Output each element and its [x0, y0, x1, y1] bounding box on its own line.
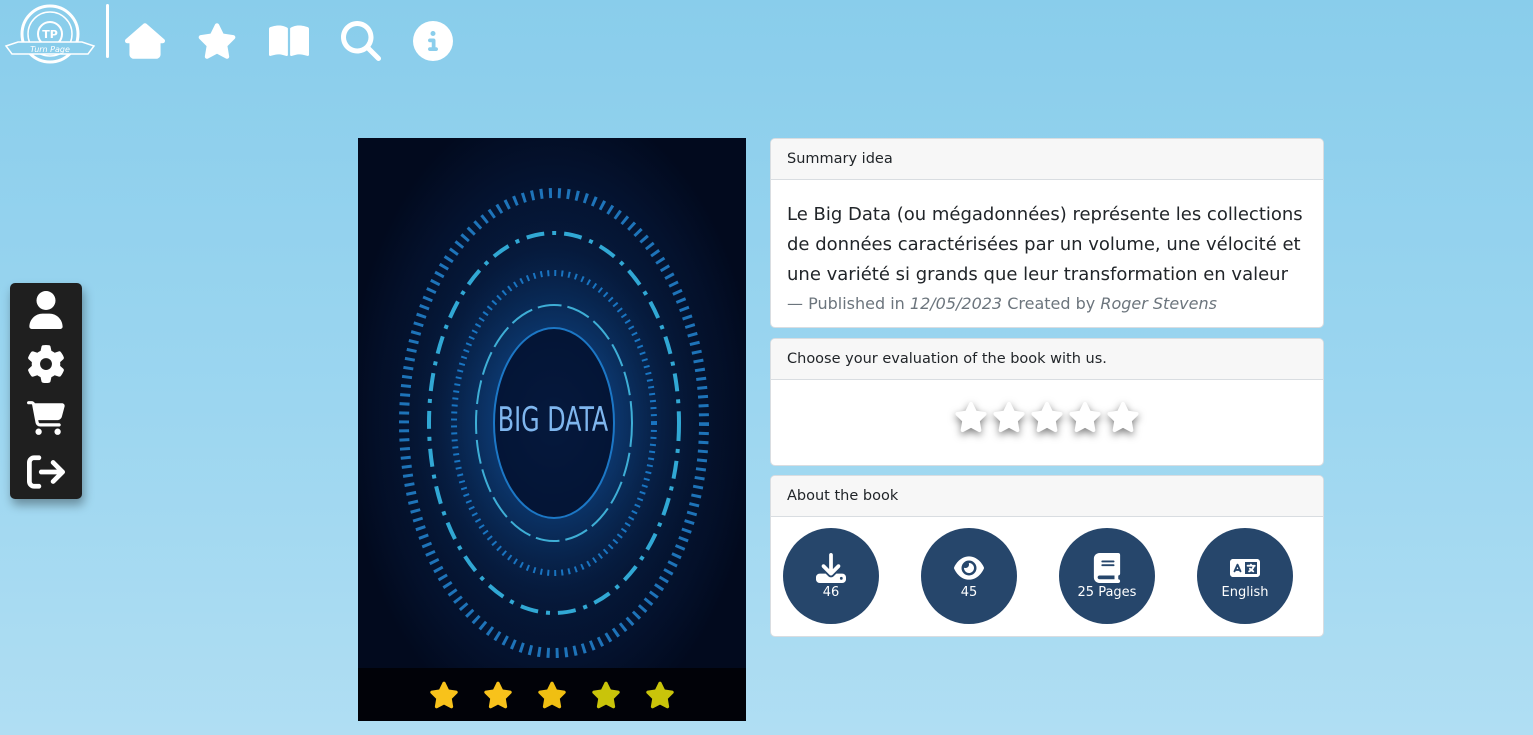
about-stats: 46 45 25 Pages English	[771, 517, 1323, 636]
evaluation-star-icon[interactable]	[1030, 400, 1064, 434]
cover-title: BIG DATA	[498, 401, 609, 440]
summary-meta: — Published in 12/05/2023 Created by Rog…	[771, 290, 1323, 318]
svg-text:Turn Page: Turn Page	[30, 45, 70, 54]
rating-star-icon	[538, 681, 566, 708]
evaluation-star-icon[interactable]	[1106, 400, 1140, 434]
book-cover: BIG DATA	[358, 138, 746, 721]
info-icon[interactable]	[412, 20, 454, 62]
about-header: About the book	[771, 476, 1323, 517]
evaluation-star-icon[interactable]	[992, 400, 1026, 434]
language-icon	[1230, 558, 1260, 577]
cover-artwork: BIG DATA	[374, 188, 734, 658]
created-prefix: Created by	[1007, 294, 1096, 313]
logo[interactable]: TP Turn Page	[4, 4, 96, 66]
download-icon	[816, 552, 846, 583]
views-count: 45	[960, 584, 978, 600]
published-date: 12/05/2023	[909, 294, 1003, 313]
downloads-stat[interactable]: 46	[783, 528, 879, 624]
language-stat[interactable]: English	[1197, 528, 1293, 624]
summary-card: Summary idea Le Big Data (ou mégadonnées…	[770, 138, 1324, 328]
evaluation-star-icon[interactable]	[954, 400, 988, 434]
cover-rating	[358, 668, 746, 721]
rating-star-icon	[646, 681, 674, 708]
downloads-count: 46	[822, 584, 840, 600]
star-icon[interactable]	[196, 20, 238, 62]
summary-text: Le Big Data (ou mégadonnées) représente …	[787, 204, 1303, 285]
rating-star-icon	[592, 681, 620, 708]
logout-icon[interactable]	[24, 450, 68, 494]
user-icon[interactable]	[24, 288, 68, 332]
logo-divider	[106, 4, 109, 58]
language-label: English	[1221, 584, 1269, 600]
svg-text:TP: TP	[42, 28, 58, 41]
cart-icon[interactable]	[24, 396, 68, 440]
evaluation-header: Choose your evaluation of the book with …	[771, 339, 1323, 380]
summary-header: Summary idea	[771, 139, 1323, 180]
evaluation-card: Choose your evaluation of the book with …	[770, 338, 1324, 466]
book-icon	[1093, 552, 1121, 583]
evaluation-stars	[771, 380, 1323, 434]
about-card: About the book 46 45 25 Pages English	[770, 475, 1324, 637]
pages-count: 25 Pages	[1077, 584, 1137, 600]
evaluation-star-icon[interactable]	[1068, 400, 1102, 434]
gear-icon[interactable]	[24, 342, 68, 386]
published-prefix: — Published in	[787, 294, 905, 313]
book-open-icon[interactable]	[268, 20, 310, 62]
pages-stat[interactable]: 25 Pages	[1059, 528, 1155, 624]
author-name: Roger Stevens	[1100, 294, 1217, 313]
rating-star-icon	[430, 681, 458, 708]
home-icon[interactable]	[124, 20, 166, 62]
eye-icon	[954, 555, 984, 580]
side-menu	[10, 283, 82, 499]
views-stat[interactable]: 45	[921, 528, 1017, 624]
search-icon[interactable]	[340, 20, 382, 62]
rating-star-icon	[484, 681, 512, 708]
